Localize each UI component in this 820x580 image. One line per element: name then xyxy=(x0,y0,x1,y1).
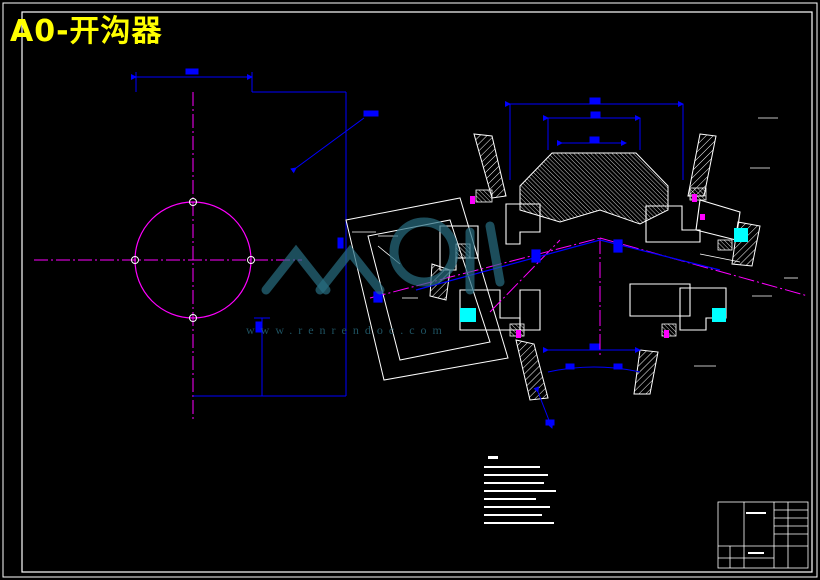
technical-notes xyxy=(484,456,556,524)
title-block xyxy=(717,501,809,569)
renrendoc-logo-icon xyxy=(261,217,505,295)
bottom-dimensions xyxy=(533,343,641,429)
watermark-url: www.renrendoc.com xyxy=(246,323,448,337)
page-title: A0-开沟器 xyxy=(10,14,163,49)
drawing-canvas: www.renrendoc.com A0-开沟器 xyxy=(0,0,820,580)
